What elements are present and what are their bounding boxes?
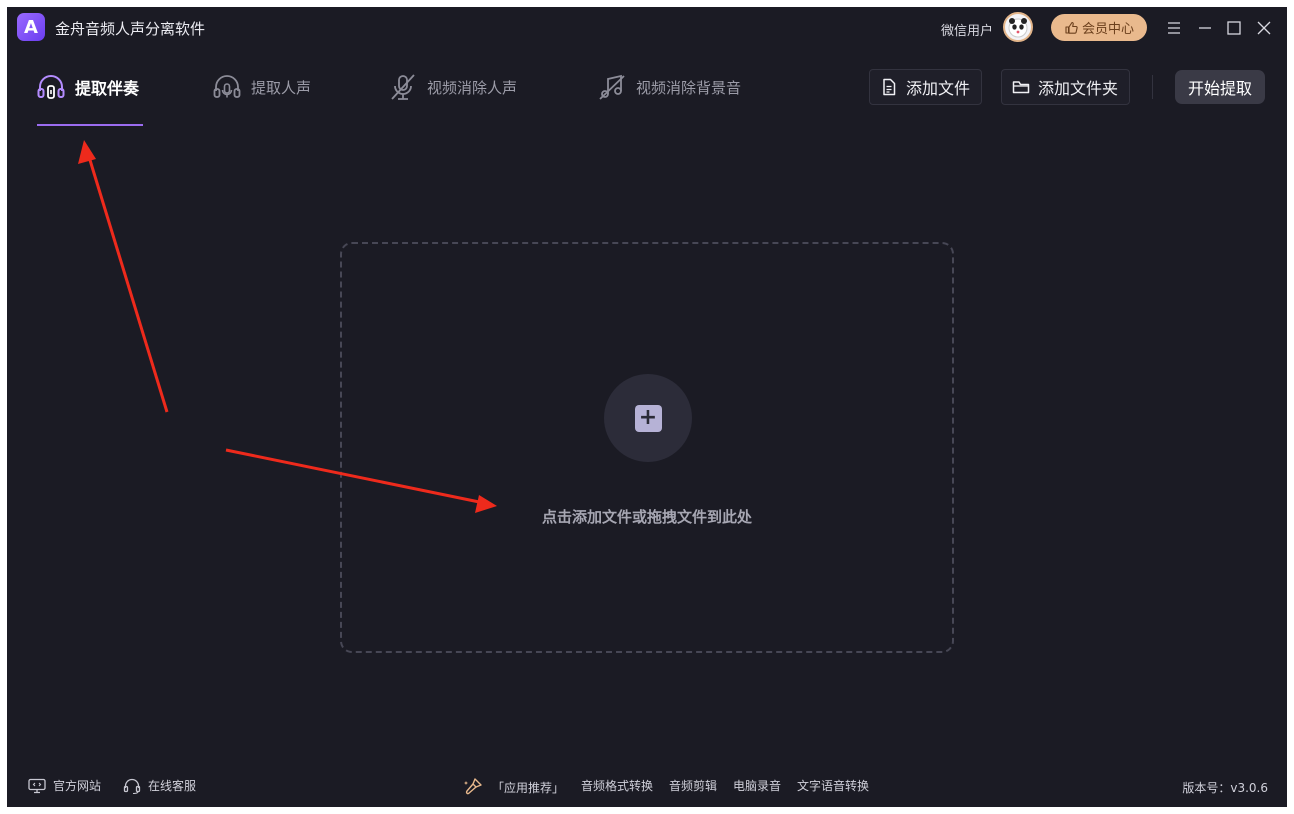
add-folder-label: 添加文件夹 bbox=[1038, 79, 1119, 98]
headphones-icon bbox=[37, 75, 65, 99]
plus-icon: + bbox=[634, 404, 662, 432]
app-logo-letter: A bbox=[24, 16, 38, 38]
add-file-label: 添加文件 bbox=[906, 79, 971, 98]
file-drop-zone[interactable]: + 点击添加文件或拖拽文件到此处 bbox=[340, 242, 954, 653]
footer-link-text-to-speech[interactable]: 文字语音转换 bbox=[797, 777, 869, 794]
arrow-to-active-tab bbox=[78, 140, 169, 413]
online-support-link[interactable]: 在线客服 bbox=[123, 777, 196, 794]
tab-label: 提取伴奏 bbox=[75, 79, 140, 98]
drop-zone-hint: 点击添加文件或拖拽文件到此处 bbox=[541, 508, 752, 526]
user-name[interactable]: 微信用户 bbox=[941, 20, 993, 39]
tab-video-remove-vocals[interactable]: 视频消除人声 bbox=[388, 69, 517, 105]
app-recommend-label: 「应用推荐」 bbox=[492, 780, 565, 795]
tab-video-remove-background[interactable]: 视频消除背景音 bbox=[597, 69, 741, 105]
title-bar: A 金舟音频人声分离软件 微信用户 会员中心 bbox=[7, 7, 1287, 49]
minimize-icon bbox=[1199, 27, 1211, 29]
avatar[interactable] bbox=[1003, 12, 1033, 42]
maximize-icon bbox=[1227, 21, 1241, 35]
footer-link-audio-edit[interactable]: 音频剪辑 bbox=[669, 777, 717, 794]
footer-link-audio-convert[interactable]: 音频格式转换 bbox=[581, 777, 653, 794]
add-file-button[interactable]: 添加文件 bbox=[869, 69, 982, 105]
panda-avatar-icon bbox=[1008, 18, 1028, 38]
tab-extract-accompaniment[interactable]: 提取伴奏 bbox=[36, 69, 139, 105]
plus-glyph: + bbox=[638, 405, 658, 430]
tab-extract-vocals[interactable]: 提取人声 bbox=[212, 69, 311, 105]
app-title: 金舟音频人声分离软件 bbox=[55, 20, 206, 38]
menu-icon bbox=[1168, 22, 1180, 34]
official-website-link[interactable]: 官方网站 bbox=[28, 777, 101, 794]
vip-center-label: 会员中心 bbox=[1081, 22, 1134, 37]
minimize-button[interactable] bbox=[1194, 17, 1216, 39]
mic-off-icon bbox=[391, 74, 415, 100]
toolbar-divider bbox=[1152, 75, 1153, 99]
official-website-label: 官方网站 bbox=[53, 779, 102, 793]
headset-support-icon bbox=[123, 778, 141, 794]
start-extract-button[interactable]: 开始提取 bbox=[1175, 70, 1265, 104]
online-support-label: 在线客服 bbox=[148, 779, 197, 793]
app-recommend: 「应用推荐」 bbox=[463, 777, 564, 797]
monitor-icon bbox=[28, 778, 46, 793]
footer-link-pc-recorder[interactable]: 电脑录音 bbox=[733, 777, 781, 794]
version-label: 版本号：v3.0.6 bbox=[1182, 781, 1268, 795]
thumb-up-icon bbox=[1065, 21, 1078, 34]
add-folder-button[interactable]: 添加文件夹 bbox=[1001, 69, 1130, 105]
app-window: A 金舟音频人声分离软件 微信用户 会员中心 提取伴奏 提取人声 视频消除人声 … bbox=[7, 7, 1287, 807]
broom-sparkle-icon bbox=[464, 778, 482, 795]
maximize-button[interactable] bbox=[1223, 17, 1245, 39]
music-off-icon bbox=[599, 74, 625, 100]
tab-label: 视频消除背景音 bbox=[636, 78, 742, 97]
add-file-circle-button[interactable]: + bbox=[604, 374, 692, 462]
tab-label: 提取人声 bbox=[251, 78, 312, 97]
folder-icon bbox=[1012, 81, 1030, 94]
file-icon bbox=[883, 78, 896, 96]
close-icon bbox=[1257, 21, 1271, 35]
active-tab-indicator bbox=[37, 124, 143, 126]
voice-headset-icon bbox=[213, 75, 241, 98]
vip-center-button[interactable]: 会员中心 bbox=[1051, 14, 1147, 41]
tab-label: 视频消除人声 bbox=[427, 78, 518, 97]
app-logo-icon: A bbox=[17, 13, 45, 41]
close-button[interactable] bbox=[1253, 17, 1275, 39]
menu-button[interactable] bbox=[1163, 17, 1185, 39]
